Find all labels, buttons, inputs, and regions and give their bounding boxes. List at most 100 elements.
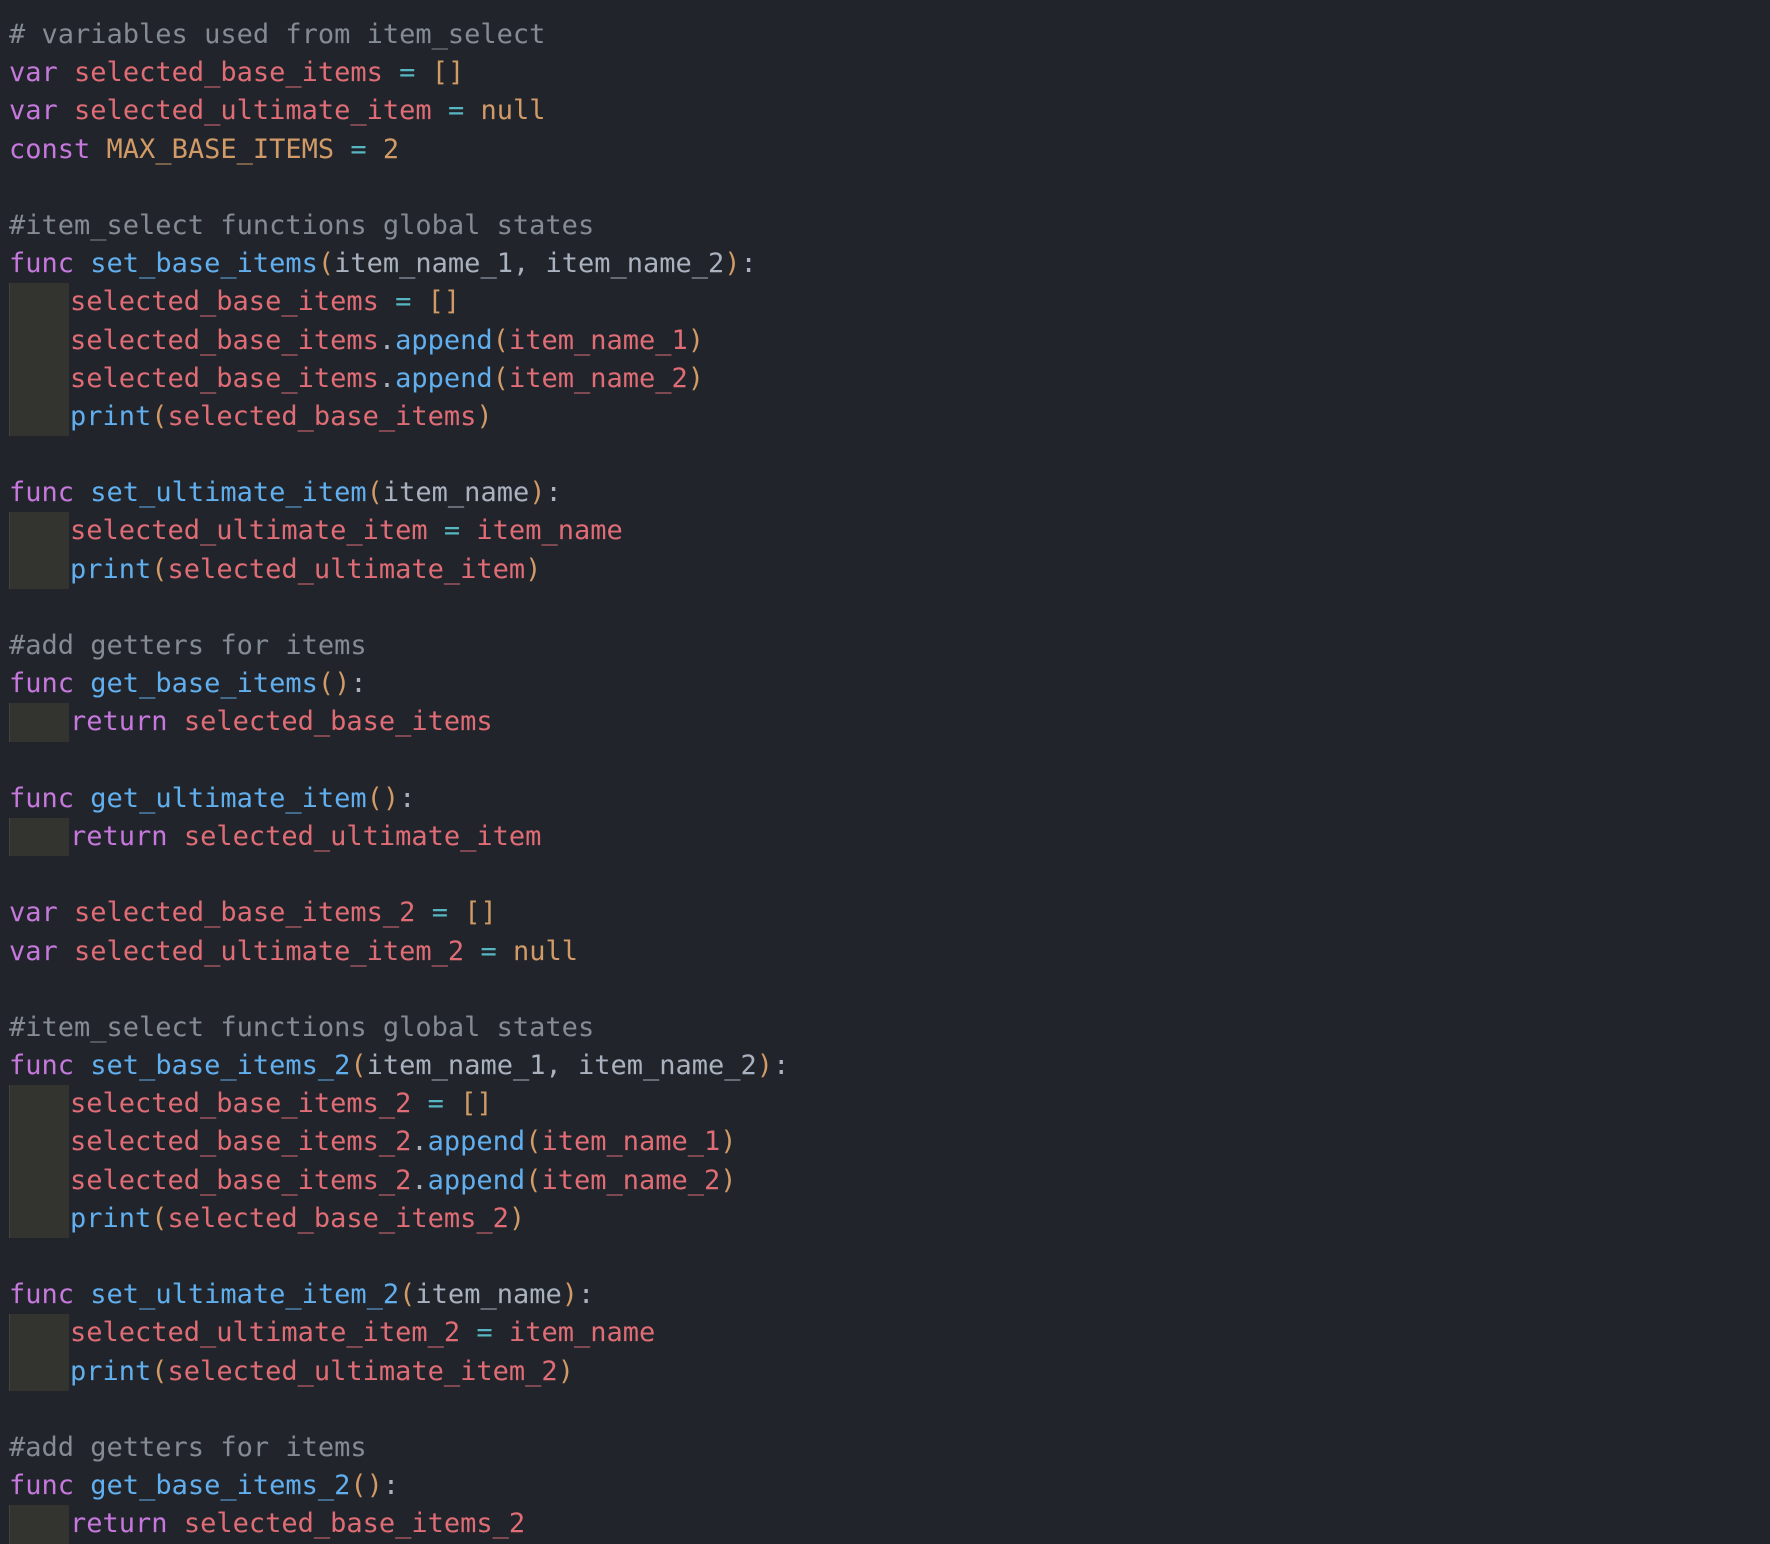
code-text: const MAX_BASE_ITEMS = 2 xyxy=(9,131,399,169)
code-line[interactable]: selected_base_items = [] xyxy=(0,283,1770,322)
code-line[interactable]: var selected_ultimate_item = null xyxy=(0,92,1770,130)
code-line[interactable]: print(selected_base_items) xyxy=(0,397,1770,437)
code-line[interactable]: selected_base_items_2.append(item_name_1… xyxy=(0,1123,1770,1162)
code-text: func set_ultimate_item_2(item_name): xyxy=(9,1276,594,1314)
code-line[interactable] xyxy=(0,436,1770,474)
token-variable: selected_base_items_2 xyxy=(70,1088,412,1120)
code-text: var selected_base_items_2 = [] xyxy=(9,894,497,932)
code-text: var selected_base_items = [] xyxy=(9,54,464,92)
code-line[interactable]: selected_ultimate_item_2 = item_name xyxy=(0,1314,1770,1353)
code-line[interactable]: #item_select functions global states xyxy=(0,1009,1770,1047)
code-line[interactable]: selected_ultimate_item = item_name xyxy=(0,512,1770,551)
token-bracket: ) xyxy=(476,400,493,432)
code-line[interactable]: selected_base_items_2 = [] xyxy=(0,1085,1770,1124)
code-line[interactable]: func get_base_items(): xyxy=(0,665,1770,703)
code-line[interactable]: selected_base_items.append(item_name_1) xyxy=(0,321,1770,360)
token-bracket: () xyxy=(366,782,400,814)
code-line[interactable]: var selected_base_items_2 = [] xyxy=(0,894,1770,932)
indent-guide xyxy=(9,397,69,437)
code-editor[interactable]: # variables used from item_select var sel… xyxy=(0,16,1770,1544)
token-operator: = xyxy=(447,95,465,127)
code-line[interactable]: func set_base_items_2(item_name_1, item_… xyxy=(0,1047,1770,1085)
token-function: print xyxy=(70,1355,152,1387)
code-line[interactable]: # variables used from item_select xyxy=(0,16,1770,54)
code-line[interactable]: #add getters for items xyxy=(0,1429,1770,1467)
token-comment: #item_select functions global states xyxy=(9,1011,595,1043)
token-variable: selected_base_items_2 xyxy=(70,1126,412,1158)
code-line[interactable]: func get_ultimate_item(): xyxy=(0,780,1770,818)
token-keyword: return xyxy=(70,820,168,852)
token-constant: null xyxy=(512,935,579,967)
token-function: get_base_items_2 xyxy=(90,1470,351,1502)
code-line[interactable] xyxy=(0,589,1770,627)
token-plain: : xyxy=(399,782,416,814)
code-line[interactable]: print(selected_ultimate_item) xyxy=(0,550,1770,589)
code-text: func get_base_items(): xyxy=(9,665,367,703)
code-text: selected_base_items_2.append(item_name_2… xyxy=(70,1162,737,1200)
code-line[interactable] xyxy=(0,169,1770,207)
token-operator: = xyxy=(431,897,448,929)
code-text: print(selected_base_items) xyxy=(70,398,493,436)
token-plain: item_name_1, item_name_2 xyxy=(366,1050,757,1082)
code-line[interactable]: selected_base_items_2.append(item_name_2… xyxy=(0,1161,1770,1200)
code-text: #item_select functions global states xyxy=(9,207,594,245)
code-line[interactable]: selected_base_items.append(item_name_2) xyxy=(0,359,1770,398)
code-line[interactable]: return selected_base_items xyxy=(0,703,1770,742)
code-line[interactable]: return selected_ultimate_item xyxy=(0,817,1770,857)
token-constant: MAX_BASE_ITEMS xyxy=(106,133,335,165)
code-text: selected_base_items = [] xyxy=(70,283,460,321)
token-function: print xyxy=(70,553,152,585)
code-line[interactable]: print(selected_ultimate_item_2) xyxy=(0,1352,1770,1391)
code-line[interactable]: func set_ultimate_item_2(item_name): xyxy=(0,1276,1770,1314)
code-line[interactable] xyxy=(0,1238,1770,1276)
code-line[interactable] xyxy=(0,856,1770,894)
token-bracket: ) xyxy=(756,1050,774,1082)
token-function: append xyxy=(395,324,493,356)
code-line[interactable]: var selected_ultimate_item_2 = null xyxy=(0,933,1770,971)
token-variable: item_name_1 xyxy=(541,1126,721,1158)
code-line[interactable]: func set_base_items(item_name_1, item_na… xyxy=(0,245,1770,283)
token-bracket: ) xyxy=(525,553,542,585)
token-function: append xyxy=(427,1126,526,1158)
indent-guide xyxy=(9,817,69,857)
code-text: func get_base_items_2(): xyxy=(9,1467,399,1505)
indent-guide xyxy=(9,703,69,742)
indent-guide xyxy=(9,321,69,360)
code-line[interactable]: var selected_base_items = [] xyxy=(0,54,1770,92)
code-line[interactable]: #add getters for items xyxy=(0,627,1770,665)
code-text: selected_base_items.append(item_name_2) xyxy=(70,360,704,398)
code-line[interactable]: return selected_base_items_2 xyxy=(0,1505,1770,1544)
token-keyword: func xyxy=(9,668,75,700)
code-line[interactable] xyxy=(0,1391,1770,1429)
token-bracket: ( xyxy=(151,400,168,432)
code-line[interactable]: func get_base_items_2(): xyxy=(0,1467,1770,1505)
token-plain: item_name xyxy=(415,1279,562,1311)
code-line[interactable]: #item_select functions global states xyxy=(0,207,1770,245)
token-bracket: ( xyxy=(151,553,168,585)
code-line[interactable]: const MAX_BASE_ITEMS = 2 xyxy=(0,131,1770,169)
code-line[interactable]: func set_ultimate_item(item_name): xyxy=(0,474,1770,512)
code-text: print(selected_ultimate_item) xyxy=(70,551,541,589)
token-operator: = xyxy=(350,133,367,165)
token-variable: item_name_2 xyxy=(541,1164,721,1196)
code-text: var selected_ultimate_item = null xyxy=(9,92,546,130)
token-comment: #add getters for items xyxy=(9,1431,367,1463)
token-variable: item_name xyxy=(508,1317,656,1349)
token-variable: selected_ultimate_item_2 xyxy=(70,1317,461,1349)
indent-guide xyxy=(9,1199,69,1238)
token-variable: selected_ultimate_item xyxy=(183,820,542,852)
code-line[interactable] xyxy=(0,971,1770,1009)
token-variable: selected_base_items_2 xyxy=(183,1508,526,1540)
code-line[interactable] xyxy=(0,742,1770,780)
code-line[interactable]: print(selected_base_items_2) xyxy=(0,1199,1770,1238)
